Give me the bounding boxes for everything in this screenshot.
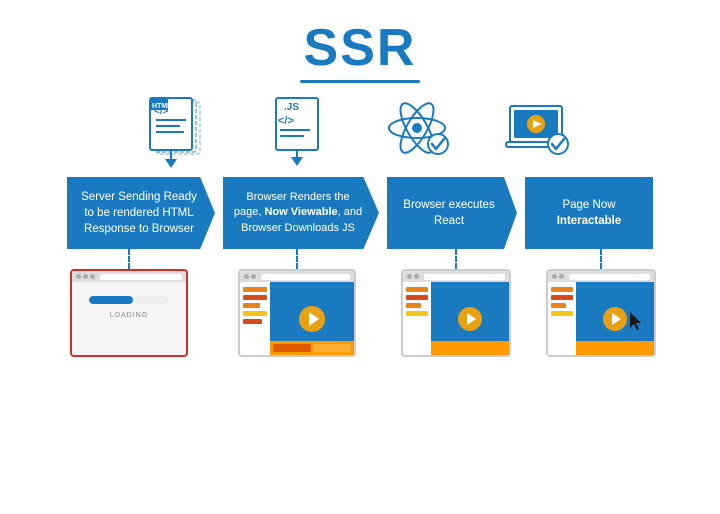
step3-label: Browser executes React [397, 197, 501, 229]
step4-icon [490, 87, 590, 177]
vdash1 [128, 249, 130, 269]
screen4-titlebar [548, 271, 654, 282]
step3-screen-col [391, 249, 521, 357]
screen3-titlebar [403, 271, 509, 282]
step2-icon-wrapper: .JS </> [250, 87, 350, 177]
svg-text:</>: </> [154, 106, 169, 117]
step4-label: Page Now Interactable [535, 197, 643, 229]
connector-spacer-3 [517, 177, 525, 249]
step2-screen [238, 269, 356, 357]
screen1-titlebar [72, 271, 186, 282]
step2-box: Browser Renders the page, Now Viewable, … [223, 177, 379, 249]
step1-screen-col: LOADING [55, 249, 203, 357]
play-btn2 [299, 306, 325, 332]
loading-bar-track [89, 296, 169, 304]
step4-screen-col [537, 249, 665, 357]
step3-icon-wrapper [370, 87, 470, 177]
loading-bar-fill [89, 296, 133, 304]
play-btn3 [458, 307, 482, 331]
loading-label: LOADING [110, 312, 149, 319]
connector-spacer-1 [215, 177, 223, 249]
play-btn4 [603, 307, 627, 331]
dot1 [76, 274, 81, 279]
title-underline [300, 80, 420, 83]
screens-row: LOADING [0, 249, 720, 357]
step4-screen [546, 269, 656, 357]
loading-screen: LOADING [70, 269, 188, 357]
step1-label: Server Sending Ready to be rendered HTML… [77, 189, 201, 237]
step2-screen-col [219, 249, 375, 357]
step4-icon-wrapper [490, 87, 590, 177]
address-bar [100, 274, 182, 280]
svg-text:</>: </> [278, 115, 294, 127]
step-boxes-row: Server Sending Ready to be rendered HTML… [0, 177, 720, 249]
screen2-content [240, 282, 354, 355]
step2-label: Browser Renders the page, Now Viewable, … [233, 190, 363, 236]
step3-box: Browser executes React [387, 177, 517, 249]
page-title: SSR [0, 18, 720, 78]
connector-spacer-2 [379, 177, 387, 249]
screen2-titlebar [240, 271, 354, 282]
step2-icon: .JS </> [250, 87, 350, 177]
vdash4 [600, 249, 602, 269]
loading-content: LOADING [72, 282, 186, 323]
step4-box: Page Now Interactable [525, 177, 653, 249]
dot3 [90, 274, 95, 279]
step3-screen [401, 269, 511, 357]
step1-icon: HTML </> [130, 87, 230, 177]
page-title-area: SSR [0, 0, 720, 83]
vdash2 [296, 249, 298, 269]
step1-icon-wrapper: HTML </> [130, 87, 230, 177]
vdash3 [455, 249, 457, 269]
cursor-icon [630, 312, 646, 337]
step3-icon [370, 87, 470, 177]
step1-box: Server Sending Ready to be rendered HTML… [67, 177, 215, 249]
icons-row: HTML </> .JS </> [0, 87, 720, 177]
dot2 [83, 274, 88, 279]
svg-text:.JS: .JS [284, 102, 299, 113]
